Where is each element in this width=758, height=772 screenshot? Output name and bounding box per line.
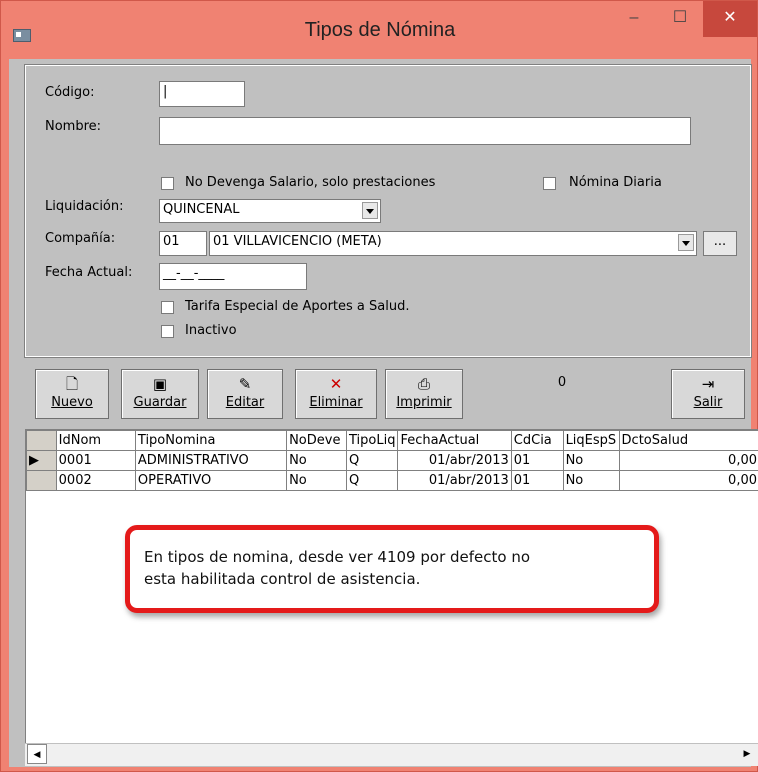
row-indicator-header [26,430,57,451]
liquidacion-label: Liquidación: [45,199,124,214]
annotation-callout: En tipos de nomina, desde ver 4109 por d… [125,525,659,613]
compania-code-field[interactable]: 01 [159,231,207,256]
record-counter: 0 [557,375,567,390]
table-cell[interactable]: 0002 [55,470,136,491]
salir-label: Salir [693,395,723,410]
maximize-button[interactable]: ☐ [657,1,703,37]
imprimir-label: Imprimir [396,395,452,410]
table-cell[interactable]: 01/abr/2013 [397,470,512,491]
callout-line-2: esta habilitada control de asistencia. [144,570,421,588]
codigo-field[interactable]: | [159,81,245,107]
table-cell[interactable]: No [286,470,347,491]
chevron-down-icon[interactable] [678,234,694,251]
liquidacion-select[interactable]: QUINCENAL [159,199,381,223]
column-header[interactable]: FechaActual [397,430,512,451]
table-cell[interactable]: 01 [510,470,564,491]
save-icon: ▣ [152,375,168,393]
eliminar-label: Eliminar [309,395,363,410]
table-cell[interactable]: No [286,450,347,471]
table-cell[interactable]: Q [345,470,399,491]
chevron-down-icon[interactable] [362,202,378,219]
fecha-actual-field[interactable]: __-__-____ [159,263,307,290]
table-cell[interactable]: 0001 [55,450,136,471]
compania-label: Compañía: [45,231,116,246]
nombre-field[interactable] [159,117,691,145]
liquidacion-value: QUINCENAL [163,202,240,217]
tarifa-especial-checkbox[interactable] [161,301,174,314]
editar-button[interactable]: ✎ Editar [207,369,283,419]
nuevo-button[interactable]: 🗋 Nuevo [35,369,109,419]
table-cell[interactable]: 01/abr/2013 [397,450,512,471]
inactivo-checkbox[interactable] [161,325,174,338]
browse-compania-button[interactable]: ... [703,231,737,256]
scroll-right-icon[interactable]: ▶ [737,744,757,764]
tarifa-especial-label: Tarifa Especial de Aportes a Salud. [185,299,410,314]
nombre-label: Nombre: [45,119,102,134]
callout-line-1: En tipos de nomina, desde ver 4109 por d… [144,548,531,566]
window: Tipos de Nómina – ☐ ✕ Código: | Nombre: … [0,0,758,772]
table-cell[interactable]: OPERATIVO [134,470,288,491]
table-cell[interactable]: Q [345,450,399,471]
table-cell[interactable]: No [562,450,620,471]
column-header[interactable]: IdNom [55,430,136,451]
printer-icon: ⎙ [417,375,430,393]
new-document-icon: 🗋 [65,375,79,393]
editar-label: Editar [225,395,265,410]
column-header[interactable]: CdCia [510,430,564,451]
scroll-left-icon[interactable]: ◀ [27,744,47,764]
table-header-row: IdNom TipoNomina NoDeve TipoLiq FechaAct… [26,430,758,451]
record-navigator: |◀ ◀ 0 ▶ ▶| [469,367,661,761]
column-header[interactable]: TipoNomina [134,430,288,451]
edit-icon: ✎ [238,375,252,393]
minimize-button[interactable]: – [611,1,657,37]
title-bar[interactable]: Tipos de Nómina – ☐ ✕ [1,1,758,57]
no-devenga-label: No Devenga Salario, solo prestaciones [185,175,436,190]
table-row[interactable]: 0002 OPERATIVO No Q 01/abr/2013 01 No 0,… [26,470,758,491]
table-cell[interactable]: 0,00 [618,450,758,471]
guardar-button[interactable]: ▣ Guardar [121,369,199,419]
nuevo-label: Nuevo [51,395,93,410]
codigo-label: Código: [45,85,95,100]
column-header[interactable]: TipoLiq [345,430,399,451]
salir-button[interactable]: ⇥ Salir [671,369,745,419]
guardar-label: Guardar [133,395,187,410]
eliminar-button[interactable]: ✕ Eliminar [295,369,377,419]
fecha-actual-label: Fecha Actual: [45,265,133,280]
no-devenga-checkbox[interactable] [161,177,174,190]
exit-door-icon: ⇥ [701,375,715,393]
close-button[interactable]: ✕ [703,1,757,37]
records-table: IdNom TipoNomina NoDeve TipoLiq FechaAct… [26,430,758,491]
nomina-diaria-label: Nómina Diaria [569,175,662,190]
table-cell[interactable]: 0,00 [618,470,758,491]
column-header[interactable]: DctoSalud [618,430,758,451]
table-cell[interactable]: 01 [510,450,564,471]
inactivo-label: Inactivo [185,323,237,338]
delete-icon: ✕ [329,375,343,393]
imprimir-button[interactable]: ⎙ Imprimir [385,369,463,419]
table-row[interactable]: ▶ 0001 ADMINISTRATIVO No Q 01/abr/2013 0… [26,450,758,471]
current-row-icon[interactable]: ▶ [26,450,57,471]
horizontal-scrollbar[interactable]: ◀ ▶ [25,743,758,766]
nomina-diaria-checkbox[interactable] [543,177,556,190]
compania-value: 01 VILLAVICENCIO (META) [213,234,382,249]
row-indicator[interactable] [26,470,57,491]
compania-select[interactable]: 01 VILLAVICENCIO (META) [209,231,697,256]
column-header[interactable]: LiqEspS [562,430,620,451]
table-cell[interactable]: No [562,470,620,491]
table-cell[interactable]: ADMINISTRATIVO [134,450,288,471]
column-header[interactable]: NoDeve [286,430,347,451]
